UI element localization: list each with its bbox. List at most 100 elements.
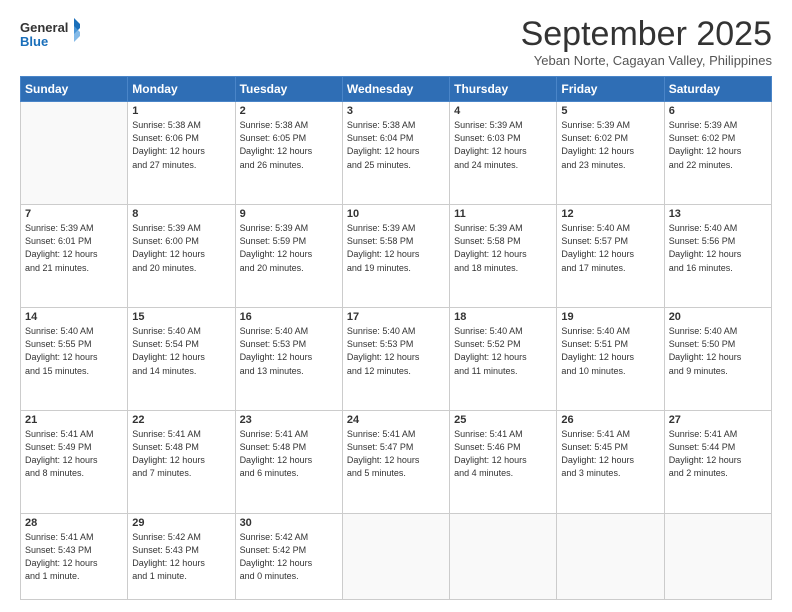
day-number: 17 — [347, 311, 445, 323]
day-number: 1 — [132, 105, 230, 117]
table-row — [342, 514, 449, 600]
day-number: 23 — [240, 414, 338, 426]
day-info: Sunrise: 5:40 AMSunset: 5:52 PMDaylight:… — [454, 326, 527, 375]
day-info: Sunrise: 5:40 AMSunset: 5:53 PMDaylight:… — [347, 326, 420, 375]
day-info: Sunrise: 5:39 AMSunset: 5:58 PMDaylight:… — [347, 223, 420, 272]
day-info: Sunrise: 5:41 AMSunset: 5:48 PMDaylight:… — [132, 429, 205, 478]
svg-text:General: General — [20, 20, 68, 35]
table-row: 11Sunrise: 5:39 AMSunset: 5:58 PMDayligh… — [450, 205, 557, 308]
table-row: 23 Sunrise: 5:41 AMSunset: 5:48 PMDayligh… — [235, 411, 342, 514]
day-number: 5 — [561, 105, 659, 117]
day-info: Sunrise: 5:41 AMSunset: 5:47 PMDaylight:… — [347, 429, 420, 478]
day-info: Sunrise: 5:41 AMSunset: 5:44 PMDaylight:… — [669, 429, 742, 478]
day-info: Sunrise: 5:38 AMSunset: 6:06 PMDaylight:… — [132, 120, 205, 169]
day-number: 29 — [132, 517, 230, 529]
day-info: Sunrise: 5:39 AMSunset: 6:00 PMDaylight:… — [132, 223, 205, 272]
table-row: 2 Sunrise: 5:38 AMSunset: 6:05 PMDaylight… — [235, 102, 342, 205]
table-row: 19 Sunrise: 5:40 AMSunset: 5:51 PMDayligh… — [557, 308, 664, 411]
table-row: 17 Sunrise: 5:40 AMSunset: 5:53 PMDayligh… — [342, 308, 449, 411]
day-info: Sunrise: 5:41 AMSunset: 5:48 PMDaylight:… — [240, 429, 313, 478]
day-info: Sunrise: 5:40 AMSunset: 5:54 PMDaylight:… — [132, 326, 205, 375]
table-row: 4 Sunrise: 5:39 AMSunset: 6:03 PMDaylight… — [450, 102, 557, 205]
table-row: 26Sunrise: 5:41 AMSunset: 5:45 PMDayligh… — [557, 411, 664, 514]
day-number: 21 — [25, 414, 123, 426]
day-number: 20 — [669, 311, 767, 323]
table-row: 8 Sunrise: 5:39 AMSunset: 6:00 PMDaylight… — [128, 205, 235, 308]
day-info: Sunrise: 5:39 AMSunset: 5:59 PMDaylight:… — [240, 223, 313, 272]
table-row — [450, 514, 557, 600]
day-info: Sunrise: 5:38 AMSunset: 6:04 PMDaylight:… — [347, 120, 420, 169]
day-info: Sunrise: 5:40 AMSunset: 5:55 PMDaylight:… — [25, 326, 98, 375]
day-info: Sunrise: 5:40 AMSunset: 5:50 PMDaylight:… — [669, 326, 742, 375]
header-wednesday: Wednesday — [342, 77, 449, 102]
day-number: 6 — [669, 105, 767, 117]
header: General Blue September 2025 Yeban Norte,… — [20, 16, 772, 68]
day-number: 3 — [347, 105, 445, 117]
table-row: 22 Sunrise: 5:41 AMSunset: 5:48 PMDayligh… — [128, 411, 235, 514]
header-saturday: Saturday — [664, 77, 771, 102]
day-info: Sunrise: 5:40 AMSunset: 5:57 PMDaylight:… — [561, 223, 634, 272]
day-number: 26 — [561, 414, 659, 426]
header-sunday: Sunday — [21, 77, 128, 102]
day-number: 11 — [454, 208, 552, 220]
table-row: 27Sunrise: 5:41 AMSunset: 5:44 PMDayligh… — [664, 411, 771, 514]
table-row: 25 Sunrise: 5:41 AMSunset: 5:46 PMDayligh… — [450, 411, 557, 514]
table-row: 1 Sunrise: 5:38 AMSunset: 6:06 PMDaylight… — [128, 102, 235, 205]
table-row: 10 Sunrise: 5:39 AMSunset: 5:58 PMDayligh… — [342, 205, 449, 308]
table-row — [664, 514, 771, 600]
table-row — [557, 514, 664, 600]
header-tuesday: Tuesday — [235, 77, 342, 102]
month-title: September 2025 — [521, 16, 772, 53]
table-row: 24 Sunrise: 5:41 AMSunset: 5:47 PMDayligh… — [342, 411, 449, 514]
header-thursday: Thursday — [450, 77, 557, 102]
day-number: 13 — [669, 208, 767, 220]
day-info: Sunrise: 5:40 AMSunset: 5:53 PMDaylight:… — [240, 326, 313, 375]
day-number: 18 — [454, 311, 552, 323]
day-number: 10 — [347, 208, 445, 220]
day-number: 19 — [561, 311, 659, 323]
table-row: 29Sunrise: 5:42 AMSunset: 5:43 PMDayligh… — [128, 514, 235, 600]
table-row: 9 Sunrise: 5:39 AMSunset: 5:59 PMDaylight… — [235, 205, 342, 308]
day-info: Sunrise: 5:41 AMSunset: 5:49 PMDaylight:… — [25, 429, 98, 478]
day-number: 24 — [347, 414, 445, 426]
table-row: 14Sunrise: 5:40 AMSunset: 5:55 PMDayligh… — [21, 308, 128, 411]
day-number: 30 — [240, 517, 338, 529]
table-row: 30 Sunrise: 5:42 AMSunset: 5:42 PMDayligh… — [235, 514, 342, 600]
day-number: 25 — [454, 414, 552, 426]
table-row: 20 Sunrise: 5:40 AMSunset: 5:50 PMDayligh… — [664, 308, 771, 411]
day-number: 8 — [132, 208, 230, 220]
table-row: 13 Sunrise: 5:40 AMSunset: 5:56 PMDayligh… — [664, 205, 771, 308]
subtitle: Yeban Norte, Cagayan Valley, Philippines — [521, 53, 772, 68]
day-info: Sunrise: 5:39 AMSunset: 6:01 PMDaylight:… — [25, 223, 98, 272]
title-block: September 2025 Yeban Norte, Cagayan Vall… — [521, 16, 772, 68]
table-row: 6 Sunrise: 5:39 AMSunset: 6:02 PMDaylight… — [664, 102, 771, 205]
day-info: Sunrise: 5:39 AMSunset: 6:03 PMDaylight:… — [454, 120, 527, 169]
weekday-header-row: Sunday Monday Tuesday Wednesday Thursday… — [21, 77, 772, 102]
day-info: Sunrise: 5:42 AMSunset: 5:42 PMDaylight:… — [240, 532, 313, 581]
day-info: Sunrise: 5:40 AMSunset: 5:51 PMDaylight:… — [561, 326, 634, 375]
header-friday: Friday — [557, 77, 664, 102]
day-number: 16 — [240, 311, 338, 323]
day-number: 22 — [132, 414, 230, 426]
table-row — [21, 102, 128, 205]
day-info: Sunrise: 5:40 AMSunset: 5:56 PMDaylight:… — [669, 223, 742, 272]
table-row: 21 Sunrise: 5:41 AMSunset: 5:49 PMDayligh… — [21, 411, 128, 514]
day-number: 4 — [454, 105, 552, 117]
table-row: 15Sunrise: 5:40 AMSunset: 5:54 PMDayligh… — [128, 308, 235, 411]
day-number: 9 — [240, 208, 338, 220]
day-info: Sunrise: 5:39 AMSunset: 6:02 PMDaylight:… — [561, 120, 634, 169]
day-number: 28 — [25, 517, 123, 529]
table-row: 16 Sunrise: 5:40 AMSunset: 5:53 PMDayligh… — [235, 308, 342, 411]
day-info: Sunrise: 5:41 AMSunset: 5:43 PMDaylight:… — [25, 532, 98, 581]
page: General Blue September 2025 Yeban Norte,… — [0, 0, 792, 612]
day-info: Sunrise: 5:39 AMSunset: 6:02 PMDaylight:… — [669, 120, 742, 169]
day-number: 2 — [240, 105, 338, 117]
table-row: 7Sunrise: 5:39 AMSunset: 6:01 PMDaylight… — [21, 205, 128, 308]
table-row: 18 Sunrise: 5:40 AMSunset: 5:52 PMDayligh… — [450, 308, 557, 411]
day-info: Sunrise: 5:41 AMSunset: 5:46 PMDaylight:… — [454, 429, 527, 478]
table-row: 3 Sunrise: 5:38 AMSunset: 6:04 PMDaylight… — [342, 102, 449, 205]
calendar-table: Sunday Monday Tuesday Wednesday Thursday… — [20, 76, 772, 600]
day-number: 12 — [561, 208, 659, 220]
table-row: 12 Sunrise: 5:40 AMSunset: 5:57 PMDayligh… — [557, 205, 664, 308]
day-info: Sunrise: 5:38 AMSunset: 6:05 PMDaylight:… — [240, 120, 313, 169]
